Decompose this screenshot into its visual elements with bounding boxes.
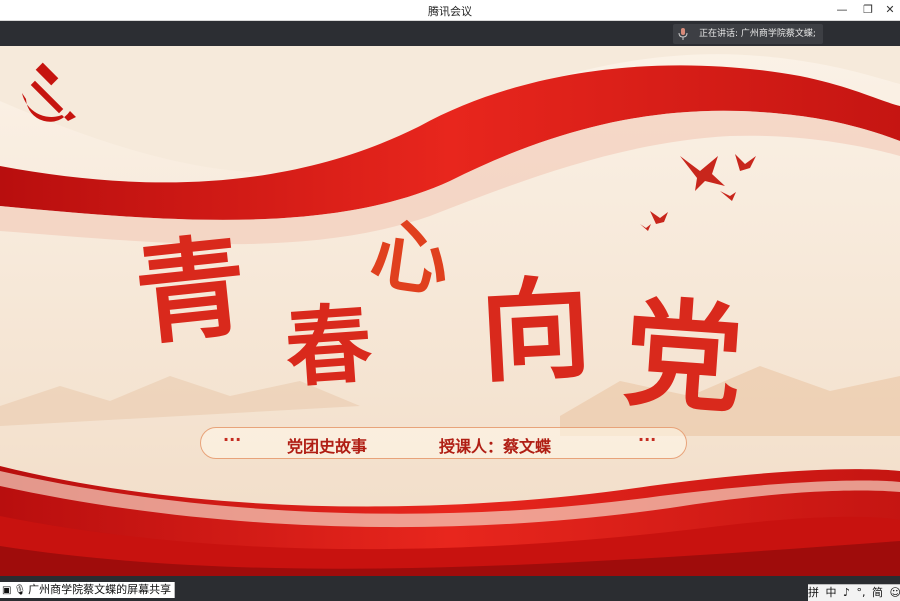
slide-title-char-2: 春 <box>282 293 375 400</box>
speaking-indicator: 正在讲话: 广州商学院蔡文蝶; <box>673 24 823 44</box>
close-button[interactable]: ✕ <box>882 2 898 18</box>
ime-chinese-button[interactable]: 中 <box>826 585 837 601</box>
subtitle-teacher: 授课人：蔡文蝶 <box>439 437 552 456</box>
ime-simplified-button[interactable]: 简 <box>872 585 883 601</box>
ime-moon-icon[interactable]: ♪ <box>843 585 850 601</box>
slide-background <box>0 46 900 576</box>
slide-title-char-1: 青 <box>129 220 253 361</box>
mic-icon <box>678 28 688 48</box>
shared-screen-slide: 青 春 心 向 党 ··· 党团史故事 授课人：蔡文蝶 ··· <box>0 46 900 576</box>
slide-subtitle-banner: ··· 党团史故事 授课人：蔡文蝶 ··· <box>200 427 687 459</box>
screen-share-text: 广州商学院蔡文蝶的屏幕共享 <box>28 583 172 596</box>
screen-share-label[interactable]: ▣ 🎙 广州商学院蔡文蝶的屏幕共享 <box>0 582 176 598</box>
slide-title-char-4: 向 <box>477 263 594 398</box>
subtitle-left-dots: ··· <box>223 430 242 449</box>
speaking-label: 正在讲话: 广州商学院蔡文蝶; <box>699 29 816 39</box>
slide-title-char-5: 党 <box>619 283 748 430</box>
mic-status-icon: 🎙 <box>13 585 27 596</box>
ime-toolbar: 拼 中 ♪ °, 简 ☺ ⋮ <box>808 584 900 601</box>
slide-title-char-3: 心 <box>365 207 456 309</box>
ime-punctuation-button[interactable]: °, <box>857 585 866 601</box>
ime-pinyin-button[interactable]: 拼 <box>808 585 819 601</box>
window-title-bar: 腾讯会议 — ❐ ✕ <box>0 0 900 21</box>
subtitle-topic: 党团史故事 <box>287 437 368 456</box>
restore-button[interactable]: ❐ <box>860 2 876 18</box>
screen-share-icon: ▣ <box>2 585 12 596</box>
window-title: 腾讯会议 <box>428 5 472 18</box>
minimize-button[interactable]: — <box>834 2 850 18</box>
subtitle-right-dots: ··· <box>638 430 657 449</box>
ime-emoji-icon[interactable]: ☺ <box>890 585 900 601</box>
